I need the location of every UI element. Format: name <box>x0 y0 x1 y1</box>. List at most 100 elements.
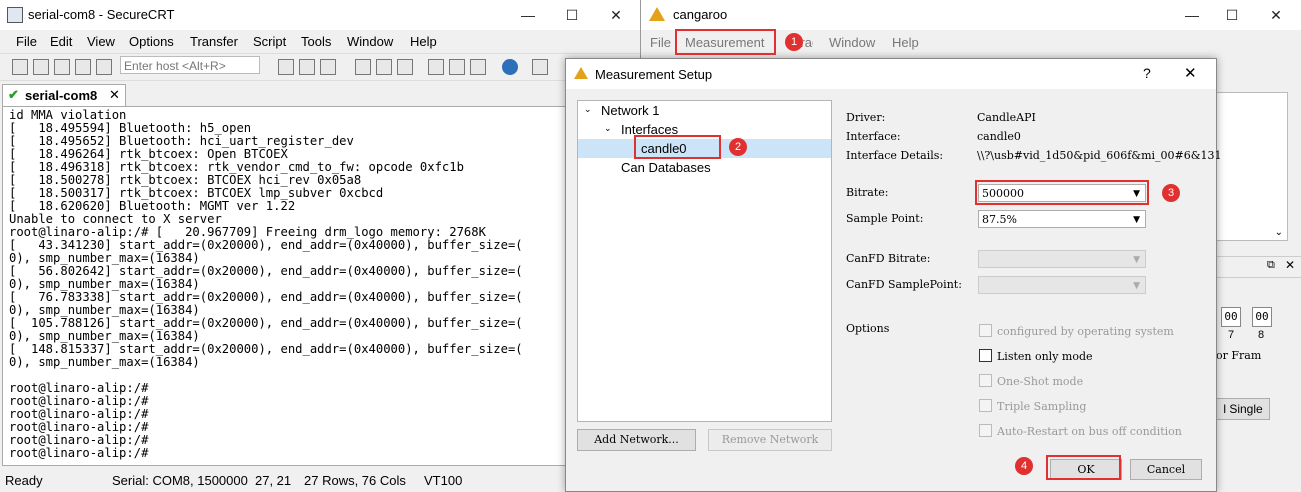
tree-item-network-1[interactable]: Network 1 <box>601 103 660 118</box>
digit-box-8[interactable]: 00 <box>1252 307 1272 327</box>
securecrt-statusbar: Ready Serial: COM8, 1500000 27, 21 27 Ro… <box>0 470 640 490</box>
status-size: 27 Rows, 76 Cols <box>304 473 406 488</box>
host-input[interactable]: Enter host <Alt+R> <box>120 56 260 74</box>
annotation-marker-2: 2 <box>729 138 747 156</box>
session-options-icon[interactable] <box>428 59 444 75</box>
dialog-close-icon[interactable]: ✕ <box>1184 64 1197 82</box>
cangaroo-app-icon <box>574 67 588 79</box>
checkbox-box <box>979 374 992 387</box>
float-icon[interactable]: ⧉ <box>1267 259 1275 272</box>
menu-help[interactable]: Help <box>892 35 919 50</box>
menu-script[interactable]: Script <box>253 34 286 49</box>
securecrt-titlebar: serial-com8 - SecureCRT — ☐ ✕ <box>0 0 640 30</box>
connect-icon[interactable] <box>12 59 28 75</box>
terminal-area[interactable]: id MMA violation [ 18.495594] Bluetooth:… <box>2 106 568 466</box>
cangaroo-titlebar: cangaroo — ☐ ✕ <box>641 0 1301 30</box>
interface-label: Interface: <box>846 130 901 143</box>
minimize-icon[interactable]: — <box>510 4 546 26</box>
global-options-icon[interactable] <box>449 59 465 75</box>
menu-tools[interactable]: Tools <box>301 34 331 49</box>
menu-options[interactable]: Options <box>129 34 174 49</box>
options-label: Options <box>846 322 890 335</box>
maximize-icon[interactable]: ☐ <box>1214 4 1250 26</box>
securecrt-app-icon <box>7 7 23 23</box>
terminal-output: id MMA violation [ 18.495594] Bluetooth:… <box>9 108 523 460</box>
listen-only-label: Listen only mode <box>997 350 1093 363</box>
sftp-icon[interactable] <box>532 59 548 75</box>
triple-sampling-checkbox[interactable]: Triple Sampling <box>979 399 1086 413</box>
canfd-bitrate-label: CanFD Bitrate: <box>846 252 931 265</box>
sample-point-value: 87.5% <box>982 213 1017 226</box>
measurement-setup-dialog: Measurement Setup ? ✕ ⌄ Network 1 ⌄ Inte… <box>565 58 1222 492</box>
tab-close-icon[interactable]: ✕ <box>109 87 120 103</box>
chevron-down-icon: ▼ <box>1133 255 1140 265</box>
checkbox-box <box>979 424 992 437</box>
connected-check-icon: ✔ <box>8 87 19 102</box>
one-shot-checkbox[interactable]: One-Shot mode <box>979 374 1083 388</box>
annotation-marker-4: 4 <box>1015 457 1033 475</box>
annotation-box-measurement <box>675 29 776 55</box>
menu-edit[interactable]: Edit <box>50 34 72 49</box>
dock-close-icon[interactable]: ✕ <box>1285 258 1295 272</box>
connect-tab-icon[interactable] <box>54 59 70 75</box>
keymap-icon[interactable] <box>470 59 486 75</box>
cangaroo-window-title: cangaroo <box>673 7 728 22</box>
sample-point-select[interactable]: 87.5% ▼ <box>978 210 1146 228</box>
tab-label: serial-com8 <box>25 88 98 103</box>
maximize-icon[interactable]: ☐ <box>554 4 590 26</box>
remove-network-button[interactable]: Remove Network <box>708 429 832 451</box>
checkbox-box <box>979 349 992 362</box>
menu-window[interactable]: Window <box>829 35 875 50</box>
securecrt-window-title: serial-com8 - SecureCRT <box>28 7 175 22</box>
tree-item-can-databases[interactable]: Can Databases <box>621 160 711 175</box>
print-setup-icon[interactable] <box>397 59 413 75</box>
help-button[interactable]: ? <box>1143 65 1151 81</box>
securecrt-window: serial-com8 - SecureCRT — ☐ ✕ File Edit … <box>0 0 641 490</box>
find-icon[interactable] <box>320 59 336 75</box>
status-ready: Ready <box>5 473 43 488</box>
chevron-down-icon: ▼ <box>1133 215 1140 225</box>
print-selection-icon[interactable] <box>376 59 392 75</box>
paste-icon[interactable] <box>299 59 315 75</box>
add-network-button[interactable]: Add Network... <box>577 429 696 451</box>
annotation-marker-1: 1 <box>785 33 803 51</box>
minimize-icon[interactable]: — <box>1174 4 1210 26</box>
securecrt-toolbar <box>0 53 640 81</box>
reconnect-icon[interactable] <box>75 59 91 75</box>
listen-only-checkbox[interactable]: Listen only mode <box>979 349 1093 363</box>
scroll-down-icon[interactable]: ⌄ <box>1275 227 1283 238</box>
help-icon[interactable] <box>502 59 518 75</box>
checkbox-box <box>979 324 992 337</box>
menu-file[interactable]: File <box>650 35 671 50</box>
trace-view[interactable]: ⌄ <box>1216 92 1288 241</box>
tab-serial-com8[interactable]: ✔ serial-com8 ✕ <box>2 84 126 107</box>
quick-connect-icon[interactable] <box>33 59 49 75</box>
close-icon[interactable]: ✕ <box>598 4 634 26</box>
single-button[interactable]: l Single <box>1216 398 1270 420</box>
expand-network-icon[interactable]: ⌄ <box>584 104 592 115</box>
menu-file[interactable]: File <box>16 34 37 49</box>
frame-label: or Fram <box>1216 349 1262 362</box>
print-icon[interactable] <box>355 59 371 75</box>
auto-restart-label: Auto-Restart on bus off condition <box>997 425 1182 438</box>
canfd-bitrate-select[interactable]: ▼ <box>978 250 1146 268</box>
menu-view[interactable]: View <box>87 34 115 49</box>
canfd-samplepoint-select[interactable]: ▼ <box>978 276 1146 294</box>
configured-by-os-label: configured by operating system <box>997 325 1174 338</box>
copy-icon[interactable] <box>278 59 294 75</box>
auto-restart-checkbox[interactable]: Auto-Restart on bus off condition <box>979 424 1182 438</box>
close-icon[interactable]: ✕ <box>1258 4 1294 26</box>
menu-window[interactable]: Window <box>347 34 393 49</box>
securecrt-menubar: File Edit View Options Transfer Script T… <box>0 30 640 52</box>
disconnect-icon[interactable] <box>96 59 112 75</box>
cancel-button[interactable]: Cancel <box>1130 459 1202 480</box>
expand-interfaces-icon[interactable]: ⌄ <box>604 123 612 134</box>
menu-transfer[interactable]: Transfer <box>190 34 238 49</box>
menu-help[interactable]: Help <box>410 34 437 49</box>
configured-by-os-checkbox[interactable]: configured by operating system <box>979 324 1174 338</box>
status-cursor: 27, 21 <box>255 473 292 488</box>
dock-panel-header: ⧉ ✕ <box>1216 256 1301 278</box>
triple-sampling-label: Triple Sampling <box>997 400 1087 413</box>
digit-label-7: 7 <box>1228 329 1235 341</box>
digit-box-7[interactable]: 00 <box>1221 307 1241 327</box>
